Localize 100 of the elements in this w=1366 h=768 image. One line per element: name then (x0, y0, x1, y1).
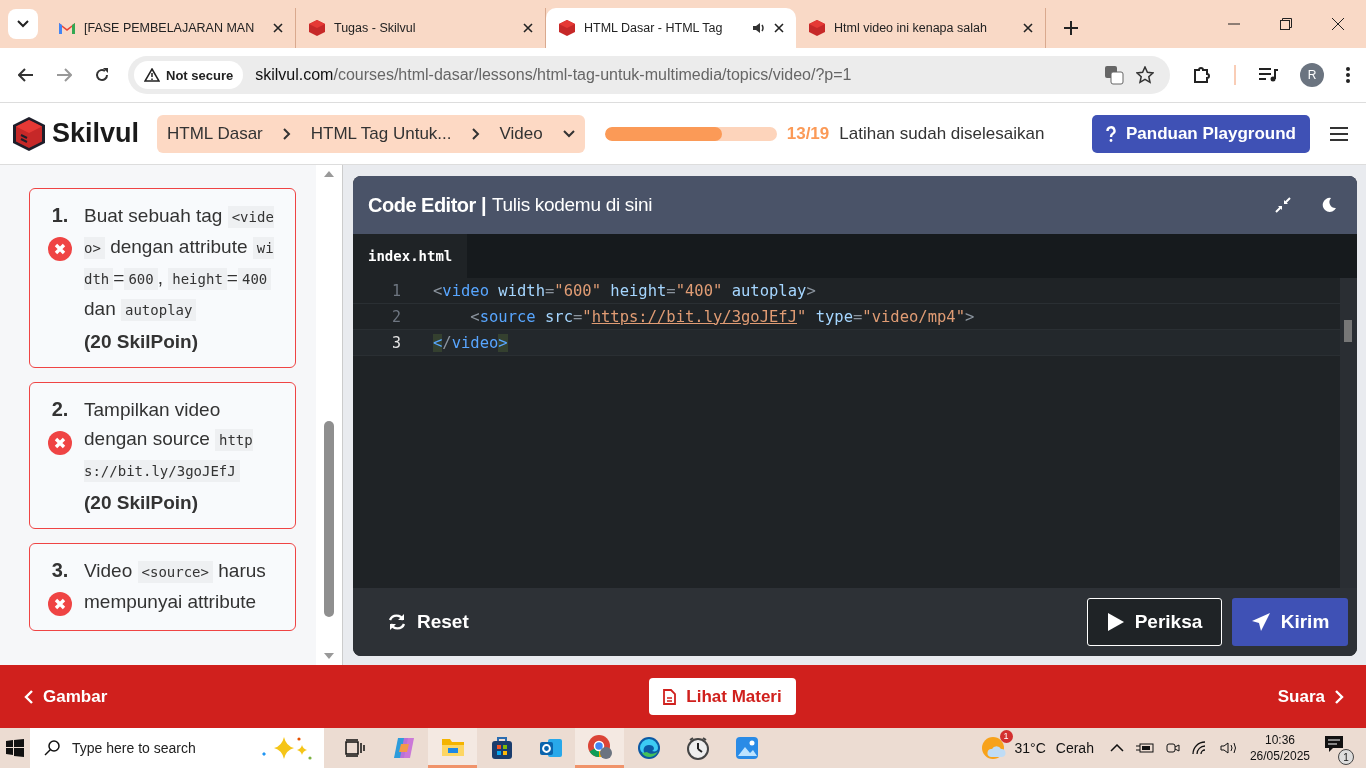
wave-browser-icon (636, 736, 661, 760)
clock-icon (685, 736, 710, 760)
task-points: (20 SkilPoin) (84, 492, 200, 514)
code-line: </video> (433, 333, 508, 352)
ribbon-icon (391, 736, 416, 760)
folder-icon (440, 736, 465, 757)
collapse-icon[interactable] (1275, 197, 1291, 213)
back-icon[interactable] (18, 68, 34, 82)
task-number: 3. (51, 559, 69, 582)
materials-button[interactable]: Lihat Materi (649, 678, 796, 715)
next-link[interactable]: Suara (1277, 686, 1344, 707)
task-description: Video <source> harus mempunyai attribute (84, 559, 267, 614)
battery-icon[interactable] (1135, 742, 1154, 754)
line-number: 3 (390, 333, 401, 352)
chevron-down-icon[interactable] (562, 129, 575, 138)
send-icon (1250, 612, 1271, 632)
url-text: skilvul.com/courses/html-dasar/lessons/html-tag-untuk-multimedia/topics/video/?p=1 (255, 66, 853, 84)
editor-title: Code Editor | (368, 193, 486, 217)
editor-subtitle: Tulis kodemu di sini (492, 194, 653, 216)
guide-button[interactable]: Panduan Playground (1091, 114, 1310, 153)
line-number: 1 (390, 281, 401, 300)
notification-count: 1 (1338, 749, 1354, 765)
chevron-right-icon (282, 127, 291, 140)
tab-search-button[interactable] (8, 9, 38, 39)
close-icon[interactable] (1023, 23, 1033, 33)
code-line: <source src="https://bit.ly/3goJEfJ" type="video/mp4"> (469, 307, 975, 326)
moon-icon[interactable] (1321, 197, 1337, 213)
submit-button[interactable]: Kirim (1232, 598, 1348, 646)
star-icon[interactable] (1136, 66, 1154, 84)
weather-condition: Cerah (1055, 740, 1094, 756)
scroll-down-icon[interactable] (324, 653, 334, 659)
speaker-icon[interactable] (1219, 741, 1238, 755)
extensions-icon[interactable] (1192, 65, 1212, 85)
profile-avatar[interactable]: R (1300, 63, 1324, 87)
taskbar-search-field[interactable]: Type here to search (30, 728, 324, 768)
tab-title: Tugas - Skilvul (334, 21, 417, 35)
close-icon[interactable] (1332, 18, 1344, 30)
reset-button[interactable]: Reset (381, 610, 475, 634)
camera-icon[interactable] (1165, 741, 1180, 755)
task-description: Buat sebuah tag <video> dengan attribute width = 600 , height = 400 dan autoplay (84, 204, 275, 323)
mail-app-icon (538, 736, 563, 760)
translate-icon[interactable] (1104, 65, 1124, 85)
document-icon (663, 688, 677, 705)
photos-icon (734, 736, 759, 760)
breadcrumb-link[interactable]: HTML Tag Untuk... (310, 123, 452, 144)
scrollbar-thumb[interactable] (324, 421, 334, 617)
playlist-icon[interactable] (1258, 67, 1278, 83)
mail-icon (58, 21, 76, 35)
taskbar-app[interactable] (575, 728, 624, 768)
address-field[interactable]: Not secure skilvul.com/courses/html-dasar/lessons/html-tag-untuk-multimedia/topics/video/?p=1 (128, 56, 1170, 94)
scrollbar-thumb[interactable] (1344, 320, 1352, 342)
security-chip[interactable]: Not secure (134, 61, 244, 89)
wifi-icon[interactable] (1191, 741, 1208, 755)
tab-title: Html video ini kenapa salah (834, 21, 988, 35)
cube-icon (808, 19, 826, 37)
menu-icon[interactable] (1330, 126, 1348, 141)
new-tab-icon[interactable] (1064, 21, 1078, 35)
cube-icon (308, 19, 326, 37)
search-icon (44, 740, 60, 756)
warning-icon (144, 68, 160, 82)
refresh-icon (387, 613, 407, 631)
chevron-up-icon[interactable] (1109, 744, 1124, 752)
breadcrumb-link[interactable]: Video (499, 123, 543, 144)
forward-icon[interactable] (56, 68, 72, 82)
progress-count: 13/19 (786, 123, 830, 144)
cube-icon (558, 19, 576, 37)
temperature-text: 31°C (1014, 740, 1046, 756)
reload-icon[interactable] (94, 67, 110, 83)
breadcrumb-link[interactable]: HTML Dasar (167, 123, 263, 144)
menu-icon[interactable] (1346, 67, 1350, 83)
close-icon[interactable] (774, 23, 784, 33)
tab-title: [FASE PEMBELAJARAN MAN (84, 21, 256, 35)
cube-logo-icon (12, 115, 46, 152)
check-button[interactable]: Periksa (1087, 598, 1222, 646)
notification-icon[interactable] (1324, 735, 1344, 753)
scroll-up-icon[interactable] (324, 171, 334, 177)
browser-icon (586, 733, 613, 760)
weather-badge: 1 (999, 729, 1013, 743)
question-icon (1105, 125, 1116, 142)
chevron-left-icon (24, 689, 33, 704)
task-view-icon (344, 739, 365, 757)
windows-start-icon[interactable] (6, 739, 24, 757)
browser-tab[interactable]: HTML Dasar - HTML Tag (546, 8, 796, 48)
restore-icon[interactable] (1280, 18, 1292, 30)
task-points: (20 SkilPoin) (84, 331, 200, 353)
file-tab[interactable]: index.html (353, 234, 468, 278)
close-icon[interactable] (273, 23, 283, 33)
code-line: <video width="600" height="400" autoplay> (433, 281, 816, 300)
chevron-right-icon (1335, 689, 1344, 704)
tab-title: HTML Dasar - HTML Tag (584, 21, 724, 35)
line-number: 2 (390, 307, 401, 326)
caret-icon (17, 20, 29, 28)
chevron-right-icon (471, 127, 480, 140)
play-icon (1106, 612, 1125, 632)
previous-link[interactable]: Gambar (24, 686, 108, 707)
store-bag-icon (489, 736, 514, 760)
logo-text: Skilvul (52, 118, 140, 149)
close-icon[interactable] (523, 23, 533, 33)
task-number: 2. (51, 398, 69, 421)
code-area[interactable]: 1 <video width="600" height="400" autoplay> 2 <source src="https://bit.ly/3goJEfJ" type="video/mp4"> 3 </video> (353, 278, 1357, 588)
